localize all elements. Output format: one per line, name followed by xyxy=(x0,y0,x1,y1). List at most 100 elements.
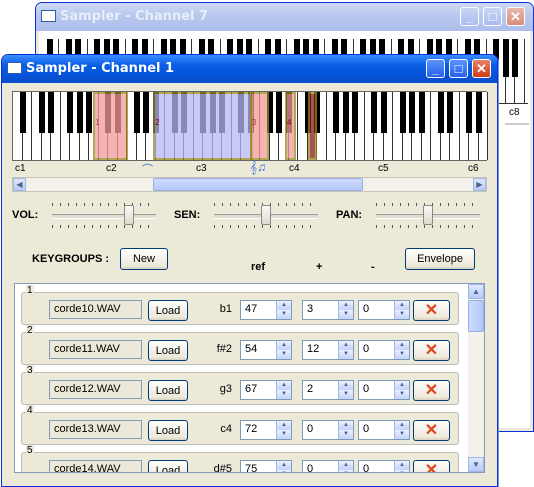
maximize-button[interactable]: □ xyxy=(449,59,468,78)
minus-value[interactable]: 0 xyxy=(363,343,369,355)
plus-stepper[interactable]: 3 ▲ ▼ xyxy=(302,300,354,320)
sample-file-field[interactable]: corde14.WAV xyxy=(49,460,142,472)
sen-slider-thumb[interactable] xyxy=(261,205,271,225)
plus-value[interactable]: 2 xyxy=(307,383,313,395)
spin-down-icon[interactable]: ▼ xyxy=(338,470,353,472)
black-key[interactable] xyxy=(380,92,387,133)
range-icon-left[interactable]: ⌒ xyxy=(142,161,153,177)
spin-up-icon[interactable]: ▲ xyxy=(394,461,409,470)
spin-down-icon[interactable]: ▼ xyxy=(276,390,291,399)
vol-slider[interactable] xyxy=(52,203,156,228)
keygroup-range[interactable]: 3 xyxy=(250,92,269,160)
black-key[interactable] xyxy=(86,92,92,133)
ref-stepper[interactable]: 54 ▲ ▼ xyxy=(240,340,292,360)
keygroup-range[interactable]: 1 xyxy=(93,92,128,160)
sample-file-field[interactable]: corde11.WAV xyxy=(49,340,142,359)
minus-stepper[interactable]: 0 ▲▼ xyxy=(358,460,410,472)
keygroup-range[interactable]: 4 xyxy=(285,92,296,160)
delete-keygroup-button[interactable]: ✕ xyxy=(413,380,450,401)
pan-slider[interactable] xyxy=(376,203,480,228)
spin-up-icon[interactable]: ▲ xyxy=(276,301,291,310)
horizontal-scrollbar[interactable]: ◀ ▶ xyxy=(12,177,487,192)
black-key[interactable] xyxy=(19,92,26,133)
spin-down-icon[interactable]: ▼ xyxy=(338,310,353,319)
black-key[interactable] xyxy=(333,92,339,133)
spin-up-icon[interactable]: ▲ xyxy=(276,461,291,470)
minus-value[interactable]: 0 xyxy=(363,463,369,472)
minus-stepper[interactable]: 0 ▲▼ xyxy=(358,340,410,360)
scroll-thumb[interactable] xyxy=(153,178,363,191)
plus-stepper[interactable]: 2 ▲ ▼ xyxy=(302,380,354,400)
spin-down-icon[interactable]: ▼ xyxy=(338,430,353,439)
ref-value[interactable]: 54 xyxy=(245,343,257,355)
spin-up-icon[interactable]: ▲ xyxy=(394,381,409,390)
load-button[interactable]: Load xyxy=(148,420,188,441)
spin-up-icon[interactable]: ▲ xyxy=(276,421,291,430)
spin-down-icon[interactable]: ▼ xyxy=(394,350,409,359)
minus-value[interactable]: 0 xyxy=(363,303,369,315)
spin-down-icon[interactable]: ▼ xyxy=(276,430,291,439)
maximize-button[interactable]: □ xyxy=(483,7,502,26)
scroll-thumb[interactable] xyxy=(468,300,484,332)
close-button[interactable]: ✕ xyxy=(472,59,491,78)
spin-up-icon[interactable]: ▲ xyxy=(338,301,353,310)
black-key[interactable] xyxy=(371,92,377,133)
spin-down-icon[interactable]: ▼ xyxy=(276,350,291,359)
plus-value[interactable]: 0 xyxy=(307,463,313,472)
spin-down-icon[interactable]: ▼ xyxy=(394,430,409,439)
plus-stepper[interactable]: 0 ▲▼ xyxy=(302,460,354,472)
scroll-right-icon[interactable]: ▶ xyxy=(473,178,486,191)
spin-down-icon[interactable]: ▼ xyxy=(276,470,291,472)
scroll-down-icon[interactable]: ▼ xyxy=(468,457,484,472)
black-key[interactable] xyxy=(512,39,518,77)
new-keygroup-button[interactable]: New xyxy=(120,248,168,270)
spin-down-icon[interactable]: ▼ xyxy=(338,350,353,359)
black-key[interactable] xyxy=(475,92,482,133)
keygroup-list[interactable]: 1 corde10.WAV Load b1 47 ▲ ▼ 3 ▲ ▼ 0 ▲ ▼ ✕ … xyxy=(14,283,485,473)
black-key[interactable] xyxy=(133,92,140,133)
spin-down-icon[interactable]: ▼ xyxy=(338,390,353,399)
delete-keygroup-button[interactable]: ✕ xyxy=(413,420,450,441)
title-bar[interactable]: Sampler - Channel 7 _ □ ✕ xyxy=(36,3,533,31)
load-button[interactable]: Load xyxy=(148,340,188,361)
sampler-window-channel-1[interactable]: Sampler - Channel 1 _ □ ✕ 12345 c1 c2 c3 c4… xyxy=(1,54,498,487)
delete-keygroup-button[interactable]: ✕ xyxy=(413,340,450,361)
minimize-button[interactable]: _ xyxy=(460,7,479,26)
plus-value[interactable]: 12 xyxy=(307,343,319,355)
minus-value[interactable]: 0 xyxy=(363,423,369,435)
plus-value[interactable]: 0 xyxy=(307,423,313,435)
ref-value[interactable]: 47 xyxy=(245,303,257,315)
spin-up-icon[interactable]: ▲ xyxy=(276,381,291,390)
minus-stepper[interactable]: 0 ▲▼ xyxy=(358,380,410,400)
spin-down-icon[interactable]: ▼ xyxy=(394,470,409,472)
black-key[interactable] xyxy=(38,92,45,133)
spin-up-icon[interactable]: ▲ xyxy=(338,381,353,390)
minus-value[interactable]: 0 xyxy=(363,383,369,395)
spin-down-icon[interactable]: ▼ xyxy=(276,310,291,319)
plus-value[interactable]: 3 xyxy=(307,303,313,315)
vol-slider-thumb[interactable] xyxy=(124,205,134,225)
horizontal-scrollbar[interactable] xyxy=(505,123,529,125)
ref-stepper[interactable]: 75 ▲▼ xyxy=(240,460,292,472)
spin-down-icon[interactable]: ▼ xyxy=(394,310,409,319)
black-key[interactable] xyxy=(342,92,349,133)
spin-up-icon[interactable]: ▲ xyxy=(394,421,409,430)
scroll-left-icon[interactable]: ◀ xyxy=(13,178,26,191)
plus-stepper[interactable]: 0 ▲▼ xyxy=(302,420,354,440)
ref-stepper[interactable]: 67 ▲ ▼ xyxy=(240,380,292,400)
keygroup-range[interactable]: 2 xyxy=(153,92,253,160)
load-button[interactable]: Load xyxy=(148,300,188,321)
spin-up-icon[interactable]: ▲ xyxy=(394,301,409,310)
delete-keygroup-button[interactable]: ✕ xyxy=(413,460,450,472)
spin-up-icon[interactable]: ▲ xyxy=(276,341,291,350)
scroll-up-icon[interactable]: ▲ xyxy=(468,284,484,299)
black-key[interactable] xyxy=(447,92,453,133)
black-key[interactable] xyxy=(502,39,509,77)
plus-stepper[interactable]: 12 ▲ ▼ xyxy=(302,340,354,360)
sen-slider[interactable] xyxy=(214,203,318,228)
close-button[interactable]: ✕ xyxy=(506,7,525,26)
ref-stepper[interactable]: 47 ▲ ▼ xyxy=(240,300,292,320)
black-key[interactable] xyxy=(466,92,472,133)
piano-keyboard[interactable]: 1 2 3 4 5 xyxy=(12,91,488,161)
load-button[interactable]: Load xyxy=(148,460,188,472)
